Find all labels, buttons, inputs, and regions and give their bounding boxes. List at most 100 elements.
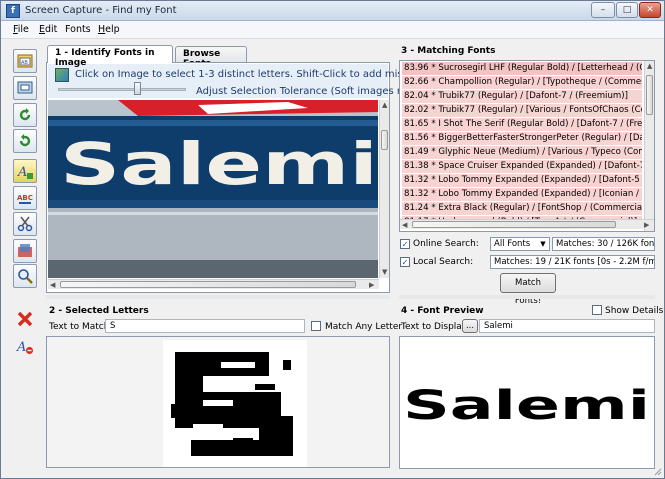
cut-button[interactable] [13, 212, 37, 236]
screen-capture-button[interactable] [13, 76, 37, 100]
match-any-letter-checkbox[interactable] [311, 321, 321, 331]
online-search-label: Online Search: [413, 239, 479, 249]
match-row[interactable]: 82.04 * Trubik77 (Regular) / [Dafont-7 /… [402, 90, 642, 103]
identify-panel: Click on Image to select 1-3 distinct le… [46, 62, 463, 293]
font-preview-canvas: Salemi [403, 383, 650, 429]
minimize-button[interactable]: – [591, 2, 615, 18]
font-preview-title: 4 - Font Preview [401, 306, 484, 316]
menu-bar: File Edit Fonts Help [1, 21, 664, 39]
resize-grip-icon[interactable] [652, 466, 662, 476]
match-row[interactable]: 82.02 * Trubik77 (Regular) / [Various / … [402, 104, 642, 117]
svg-text:A: A [16, 340, 26, 355]
menu-file-rest: ile [17, 24, 29, 35]
match-any-letter-label: Match Any Letter [325, 322, 403, 332]
menu-edit[interactable]: Edit [39, 24, 57, 35]
ellipsis-button[interactable]: ... [462, 319, 478, 333]
crop-icon [18, 244, 32, 257]
chevron-down-icon: ▼ [540, 240, 546, 248]
match-row[interactable]: 81.32 * Lobo Tommy Expanded (Expanded) /… [402, 174, 642, 187]
font-add-button[interactable]: A [13, 159, 37, 183]
close-button[interactable]: ✕ [639, 2, 661, 18]
image-vertical-scrollbar[interactable]: ▲ ▼ [379, 100, 389, 278]
right-splitter[interactable] [399, 295, 655, 299]
show-details-checkbox[interactable] [592, 305, 602, 315]
svg-text:AB: AB [21, 60, 28, 66]
match-row[interactable]: 81.49 * Glyphic Neue (Medium) / [Various… [402, 146, 642, 159]
online-search-checkbox[interactable]: ✓ [400, 239, 410, 249]
matches-vertical-scrollbar[interactable]: ▲ [644, 61, 654, 231]
tolerance-slider-thumb[interactable] [134, 82, 142, 95]
online-font-select[interactable]: All Fonts ▼ [490, 237, 550, 251]
local-matches-info: Matches: 19 / 21K fonts [0s - 2.2M f/m] [490, 255, 655, 269]
app-icon: f [6, 4, 20, 18]
cut-icon [17, 216, 33, 232]
open-image-button[interactable]: AB [13, 49, 37, 73]
text-to-display-input[interactable]: Salemi [479, 319, 655, 333]
image-vscroll-thumb[interactable] [381, 130, 388, 150]
svg-text:A: A [17, 165, 27, 180]
matches-scroll-up-arrow[interactable]: ▲ [647, 62, 652, 70]
text-to-match-input[interactable]: S [105, 319, 305, 333]
scroll-right-arrow[interactable]: ▶ [369, 281, 374, 289]
local-search-label: Local Search: [413, 257, 474, 267]
text-to-display-label: Text to Display: [401, 322, 470, 332]
image-horizontal-scrollbar[interactable]: ◀ ▶ [48, 279, 379, 289]
remove-letter-button[interactable]: A [13, 334, 37, 358]
rotate-right-button[interactable] [13, 129, 37, 153]
match-row[interactable]: 81.24 * Extra Black (Regular) / [FontSho… [402, 202, 642, 215]
selected-letters-title: 2 - Selected Letters [49, 306, 149, 316]
menu-edit-rest: dit [45, 24, 58, 35]
hint-row: Click on Image to select 1-3 distinct le… [48, 64, 463, 98]
match-row[interactable]: 81.65 * I Shot The Serif (Regular Bold) … [402, 118, 642, 131]
matches-horizontal-scrollbar[interactable]: ◀ ▶ [400, 219, 654, 229]
scroll-down-arrow[interactable]: ▼ [382, 268, 387, 276]
app-window: f Screen Capture - Find my Font – □ ✕ Fi… [0, 0, 665, 479]
online-matches-info: Matches: 30 / 126K fonts [0s [552, 237, 655, 251]
tab-browse-fonts[interactable]: Browse Fonts [175, 46, 247, 69]
maximize-button[interactable]: □ [616, 2, 638, 18]
menu-fonts[interactable]: Fonts [65, 24, 91, 35]
match-row[interactable]: 81.38 * Space Cruiser Expanded (Expanded… [402, 160, 642, 173]
match-row[interactable]: 81.32 * Lobo Tommy Expanded (Expanded) /… [402, 188, 642, 201]
abc-button[interactable]: ABC [13, 186, 37, 210]
zoom-button[interactable] [13, 264, 37, 288]
font-add-icon: A [17, 165, 33, 180]
captured-image[interactable]: Salemi [48, 100, 378, 278]
selected-letters-box [46, 336, 390, 468]
tab-identify-fonts[interactable]: 1 - Identify Fonts in Image [47, 45, 173, 68]
matches-vscroll-thumb[interactable] [646, 75, 653, 115]
local-search-checkbox[interactable]: ✓ [400, 257, 410, 267]
match-row[interactable]: 82.66 * Champollion (Regular) / [Typothe… [402, 76, 642, 89]
scroll-left-arrow[interactable]: ◀ [50, 281, 55, 289]
crop-button[interactable] [13, 239, 37, 263]
hint-picture-icon [55, 68, 69, 82]
rotate-right-icon [19, 134, 31, 147]
matches-scroll-left-arrow[interactable]: ◀ [402, 221, 407, 229]
menu-file[interactable]: File [13, 24, 29, 35]
abc-icon: ABC [17, 194, 33, 204]
match-row[interactable]: 83.96 * Sucrosegirl LHF (Regular Bold) /… [402, 62, 642, 75]
rotate-left-button[interactable] [13, 103, 37, 127]
scroll-up-arrow[interactable]: ▲ [382, 101, 387, 109]
matches-hscroll-thumb[interactable] [412, 221, 616, 228]
captured-image-canvas[interactable]: Salemi [48, 100, 378, 278]
matches-scroll-right-arrow[interactable]: ▶ [644, 221, 649, 229]
menu-fonts-label: Fonts [65, 24, 91, 35]
selected-letter-glyph [171, 352, 293, 456]
menu-help[interactable]: Help [98, 24, 120, 35]
left-splitter[interactable] [46, 295, 390, 299]
selected-letter-canvas [163, 340, 307, 467]
image-hscroll-thumb[interactable] [60, 281, 356, 288]
font-preview-text: Salemi [403, 383, 650, 429]
tolerance-slider-track[interactable] [58, 88, 186, 91]
match-row[interactable]: 81.56 * BiggerBetterFasterStrongerPeter … [402, 132, 642, 145]
title-bar[interactable]: f Screen Capture - Find my Font – □ ✕ [1, 1, 664, 21]
svg-text:ABC: ABC [17, 194, 33, 202]
rotate-left-icon [19, 108, 31, 121]
clear-selection-button[interactable] [13, 307, 37, 331]
window-title: Screen Capture - Find my Font [25, 5, 177, 16]
font-preview-box: Salemi [399, 336, 655, 469]
text-to-match-label: Text to Match: [49, 322, 113, 332]
hint-text: Click on Image to select 1-3 distinct le… [75, 69, 424, 80]
match-fonts-button[interactable]: Match Fonts! [500, 273, 556, 306]
